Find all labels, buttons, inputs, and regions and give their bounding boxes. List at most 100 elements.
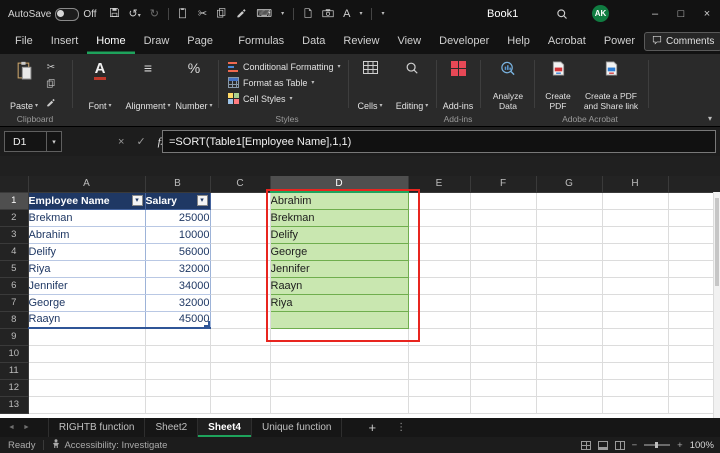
chevron-down-icon[interactable]: ▾ [359, 11, 362, 17]
cell-A4[interactable]: Delify [28, 243, 145, 260]
cell-E4[interactable] [408, 243, 470, 260]
row-header-9[interactable]: 9 [0, 328, 28, 345]
cell-D6[interactable]: Raayn [270, 277, 408, 294]
cell-E6[interactable] [408, 277, 470, 294]
add-ins-button[interactable]: Add-ins [440, 59, 476, 113]
copy-icon[interactable] [216, 7, 227, 22]
menu-tab-review[interactable]: Review [334, 28, 388, 54]
name-box[interactable]: D1 ▾ [4, 131, 62, 152]
zoom-level[interactable]: 100% [690, 440, 714, 451]
cell-A7[interactable]: George [28, 294, 145, 311]
chevron-down-icon[interactable]: ▾ [46, 132, 61, 151]
create-pdf-share-link-button[interactable]: Create a PDF and Share link [580, 59, 642, 113]
cell-H13[interactable] [602, 396, 668, 413]
row-header-13[interactable]: 13 [0, 396, 28, 413]
menu-tab-data[interactable]: Data [293, 28, 334, 54]
cell-C13[interactable] [210, 396, 270, 413]
cell-E8[interactable] [408, 311, 470, 328]
font-group-button[interactable]: A Font▾ [78, 59, 122, 113]
row-header-7[interactable]: 7 [0, 294, 28, 311]
cell-F4[interactable] [470, 243, 536, 260]
cell-D7[interactable]: Riya [270, 294, 408, 311]
cell-C10[interactable] [210, 345, 270, 362]
cell-F13[interactable] [470, 396, 536, 413]
cell-D11[interactable] [270, 362, 408, 379]
zoom-in-icon[interactable]: + [677, 440, 683, 451]
cell-C4[interactable] [210, 243, 270, 260]
cell-C9[interactable] [210, 328, 270, 345]
close-button[interactable]: × [694, 0, 720, 28]
cell-B7[interactable]: 32000 [145, 294, 210, 311]
cell-C1[interactable] [210, 192, 270, 209]
cell-H7[interactable] [602, 294, 668, 311]
normal-view-icon[interactable] [581, 441, 591, 450]
cell-H3[interactable] [602, 226, 668, 243]
cell-E7[interactable] [408, 294, 470, 311]
cell-D3[interactable]: Delify [270, 226, 408, 243]
cell-B6[interactable]: 34000 [145, 277, 210, 294]
column-header-H[interactable]: H [602, 176, 668, 192]
cell-A8[interactable]: Raayn [28, 311, 145, 328]
cell-H5[interactable] [602, 260, 668, 277]
cell-H1[interactable] [602, 192, 668, 209]
paste-icon[interactable] [178, 7, 189, 22]
cell-E1[interactable] [408, 192, 470, 209]
cell-G10[interactable] [536, 345, 602, 362]
cell-F11[interactable] [470, 362, 536, 379]
cell-D4[interactable]: George [270, 243, 408, 260]
menu-tab-draw[interactable]: Draw [135, 28, 179, 54]
new-file-icon[interactable] [303, 7, 313, 22]
copy-icon[interactable] [46, 78, 56, 92]
cell-H2[interactable] [602, 209, 668, 226]
cell-D13[interactable] [270, 396, 408, 413]
row-header-5[interactable]: 5 [0, 260, 28, 277]
cell-H10[interactable] [602, 345, 668, 362]
cell-C8[interactable] [210, 311, 270, 328]
scrollbar-thumb[interactable] [715, 198, 719, 286]
menu-tab-page-layout[interactable]: Page Layout [178, 28, 229, 54]
cell-F9[interactable] [470, 328, 536, 345]
cell-A1[interactable]: Employee Name▾ [28, 192, 145, 209]
filter-dropdown-icon[interactable]: ▾ [132, 195, 143, 206]
cell-H9[interactable] [602, 328, 668, 345]
cell-G2[interactable] [536, 209, 602, 226]
cell-F2[interactable] [470, 209, 536, 226]
cell-A13[interactable] [28, 396, 145, 413]
cell-styles-button[interactable]: Cell Styles▾ [228, 92, 346, 105]
avatar[interactable]: AK [592, 5, 609, 22]
menu-tab-power-pivot[interactable]: Power Pivot [595, 28, 644, 54]
menu-tab-acrobat[interactable]: Acrobat [539, 28, 595, 54]
page-break-view-icon[interactable] [615, 441, 625, 450]
column-header-extra[interactable] [668, 176, 720, 192]
row-header-8[interactable]: 8 [0, 311, 28, 328]
column-header-C[interactable]: C [210, 176, 270, 192]
menu-tab-file[interactable]: File [6, 28, 42, 54]
cell-C3[interactable] [210, 226, 270, 243]
column-header-A[interactable]: A [28, 176, 145, 192]
row-header-10[interactable]: 10 [0, 345, 28, 362]
next-sheet-icon[interactable]: ► [23, 424, 30, 431]
cell-H6[interactable] [602, 277, 668, 294]
column-header-F[interactable]: F [470, 176, 536, 192]
cell-G7[interactable] [536, 294, 602, 311]
cell-F8[interactable] [470, 311, 536, 328]
cell-E5[interactable] [408, 260, 470, 277]
cell-H12[interactable] [602, 379, 668, 396]
editing-group-button[interactable]: Editing▾ [392, 59, 432, 113]
cell-F12[interactable] [470, 379, 536, 396]
cell-F5[interactable] [470, 260, 536, 277]
cell-D9[interactable] [270, 328, 408, 345]
column-header-E[interactable]: E [408, 176, 470, 192]
cell-G11[interactable] [536, 362, 602, 379]
menu-tab-formulas[interactable]: Formulas [229, 28, 293, 54]
save-icon[interactable] [109, 7, 120, 21]
cut-icon[interactable]: ✂ [47, 62, 55, 73]
cell-B10[interactable] [145, 345, 210, 362]
cell-F3[interactable] [470, 226, 536, 243]
page-layout-view-icon[interactable] [598, 441, 608, 450]
cell-A3[interactable]: Abrahim [28, 226, 145, 243]
cell-A10[interactable] [28, 345, 145, 362]
cell-G3[interactable] [536, 226, 602, 243]
cell-B9[interactable] [145, 328, 210, 345]
paste-button[interactable]: Paste▾ [6, 59, 42, 113]
